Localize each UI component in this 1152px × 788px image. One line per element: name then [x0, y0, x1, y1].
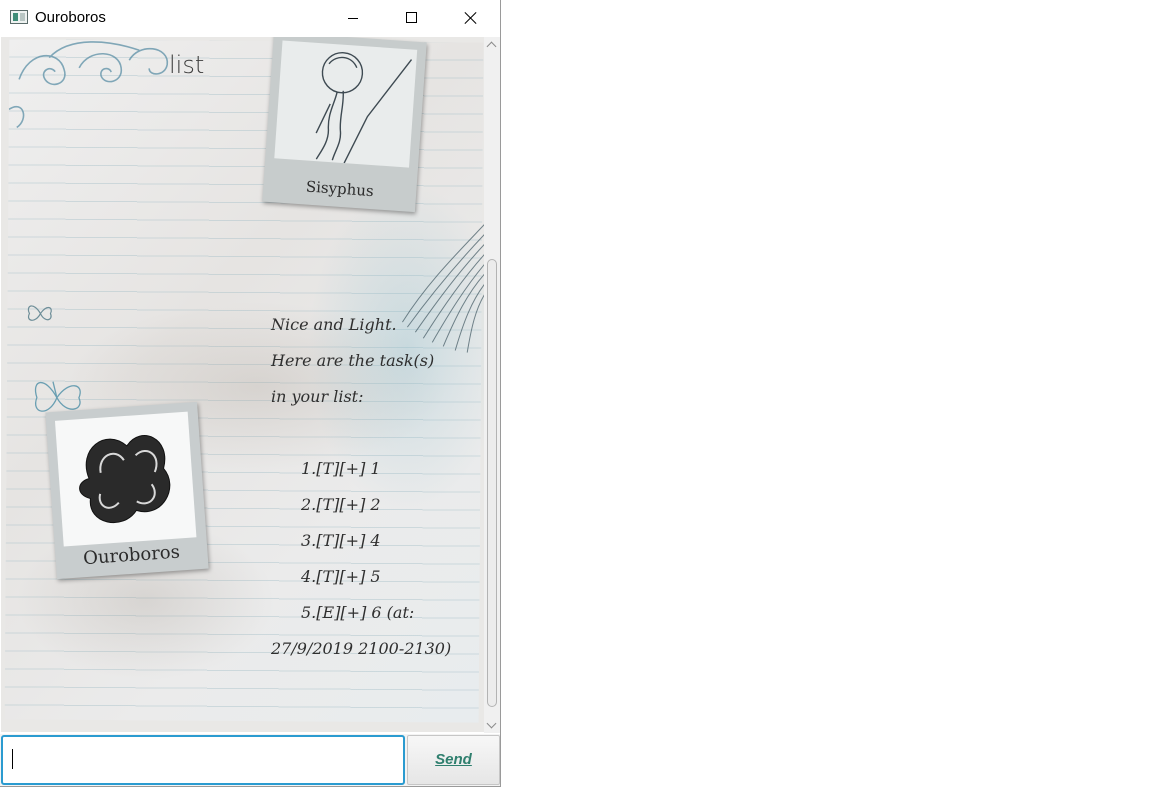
send-button[interactable]: Send — [407, 735, 500, 785]
chat-scroll-pane[interactable]: list Sisyphus Nice and Light. Here are t… — [1, 37, 484, 732]
input-bar: Send — [0, 734, 500, 786]
app-window-icon — [10, 10, 28, 24]
ouroboros-icon — [79, 435, 171, 524]
task-item: 4.[T][+] 5 — [301, 567, 381, 586]
sisyphus-icon — [315, 52, 413, 164]
minimize-button[interactable] — [330, 0, 376, 36]
window-title: Ouroboros — [35, 9, 106, 26]
scroll-down-arrow-icon[interactable] — [484, 719, 500, 733]
message-input[interactable] — [1, 735, 405, 785]
task-item: 5.[E][+] 6 (at: — [301, 603, 415, 622]
maximize-button[interactable] — [389, 0, 435, 36]
bot-message: Nice and Light. Here are the task(s) in … — [271, 307, 471, 667]
user-avatar: Sisyphus — [262, 37, 427, 213]
user-message: list — [169, 51, 205, 79]
sisyphus-drawing — [274, 40, 418, 168]
user-avatar-caption: Sisyphus — [305, 177, 375, 201]
bot-message-line: Here are the task(s) — [271, 351, 435, 370]
butterfly-decoration — [27, 305, 52, 321]
title-bar: Ouroboros — [0, 0, 500, 36]
task-item: 3.[T][+] 4 — [301, 531, 381, 550]
text-caret — [12, 749, 13, 769]
scroll-up-arrow-icon[interactable] — [484, 37, 500, 51]
scrollbar-thumb[interactable] — [487, 259, 497, 707]
close-button[interactable] — [448, 0, 494, 36]
bot-message-line: in your list: — [271, 387, 364, 406]
task-item: 1.[T][+] 1 — [301, 459, 381, 478]
bot-message-line — [271, 415, 471, 451]
ouroboros-drawing — [54, 411, 197, 547]
bot-avatar: Ouroboros — [45, 401, 209, 580]
task-item-continuation: 27/9/2019 2100-2130) — [271, 639, 452, 658]
vertical-scrollbar[interactable] — [484, 37, 500, 733]
task-item: 2.[T][+] 2 — [301, 495, 381, 514]
bot-message-line: Nice and Light. — [271, 315, 397, 334]
app-window: Ouroboros list Sisyphus Nice and Light. … — [0, 0, 501, 787]
